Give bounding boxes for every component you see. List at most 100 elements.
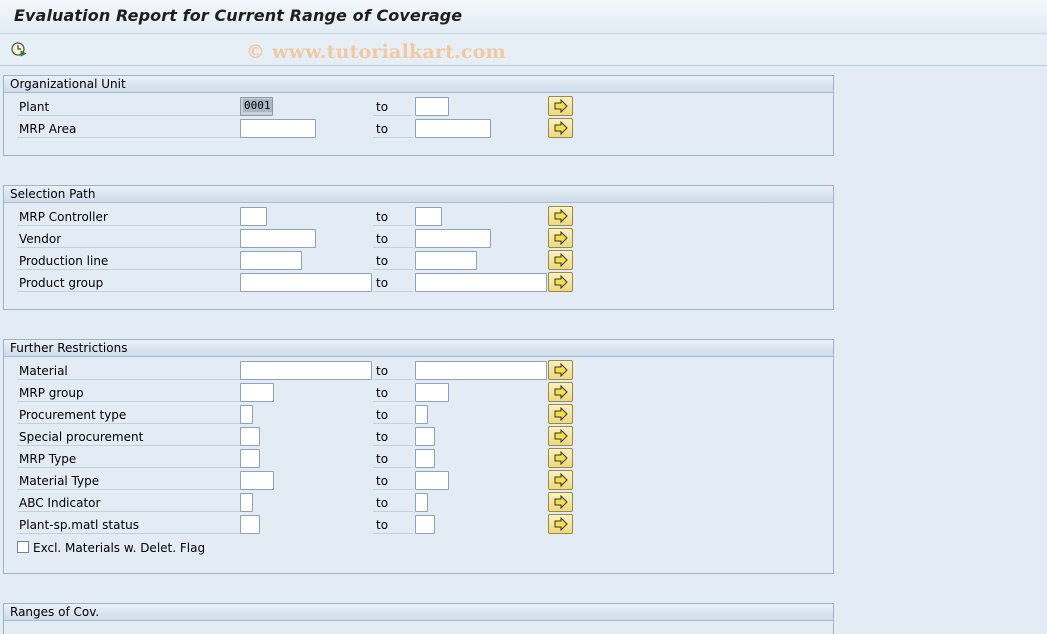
select-option-row-mrp-area: MRP Area to xyxy=(4,118,833,140)
select-option-row-mrp-group: MRP group to xyxy=(4,382,833,404)
multiple-selection-button[interactable] xyxy=(548,118,573,138)
multiple-selection-button[interactable] xyxy=(548,382,573,402)
watermark: © www.tutorialkart.com xyxy=(246,41,506,63)
execute-button[interactable] xyxy=(10,40,28,58)
mrp-controller-to-input[interactable] xyxy=(415,207,442,226)
select-option-row-production-line: Production line to xyxy=(4,250,833,272)
select-option-row-mrp-controller: MRP Controller to xyxy=(4,206,833,228)
abc-indicator-from-input[interactable] xyxy=(240,493,253,512)
vendor-from-input[interactable] xyxy=(240,229,316,248)
multiple-selection-button[interactable] xyxy=(548,492,573,512)
plant-sp-matl-status-to-input[interactable] xyxy=(415,515,435,534)
mrp-group-from-input[interactable] xyxy=(240,383,274,402)
application-toolbar: © www.tutorialkart.com xyxy=(0,34,1047,66)
field-label: MRP group xyxy=(17,384,241,402)
arrow-right-icon xyxy=(554,407,568,421)
to-label: to xyxy=(373,362,413,380)
field-label: Product group xyxy=(17,274,241,292)
field-label: Material Type xyxy=(17,472,241,490)
production-line-from-input[interactable] xyxy=(240,251,302,270)
select-option-row-procurement-type: Procurement type to xyxy=(4,404,833,426)
multiple-selection-button[interactable] xyxy=(548,272,573,292)
select-option-row-abc-indicator: ABC Indicator to xyxy=(4,492,833,514)
frame-title: Selection Path xyxy=(4,186,833,203)
plant-to-input[interactable] xyxy=(415,97,449,116)
field-label: ABC Indicator xyxy=(17,494,241,512)
plant-sp-matl-status-from-input[interactable] xyxy=(240,515,260,534)
mrp-type-from-input[interactable] xyxy=(240,449,260,468)
mrp-group-to-input[interactable] xyxy=(415,383,449,402)
to-label: to xyxy=(373,384,413,402)
multiple-selection-button[interactable] xyxy=(548,514,573,534)
mrp-controller-from-input[interactable] xyxy=(240,207,267,226)
procurement-type-from-input[interactable] xyxy=(240,405,253,424)
multiple-selection-button[interactable] xyxy=(548,448,573,468)
field-label: MRP Controller xyxy=(17,208,241,226)
special-procurement-to-input[interactable] xyxy=(415,427,435,446)
select-option-row-mrp-type: MRP Type to xyxy=(4,448,833,470)
product-group-from-input[interactable] xyxy=(240,273,372,292)
arrow-right-icon xyxy=(554,451,568,465)
frame-title: Organizational Unit xyxy=(4,76,833,93)
multiple-selection-button[interactable] xyxy=(548,360,573,380)
special-procurement-from-input[interactable] xyxy=(240,427,260,446)
multiple-selection-button[interactable] xyxy=(548,96,573,116)
mrp-area-from-input[interactable] xyxy=(240,119,316,138)
field-label: Vendor xyxy=(17,230,241,248)
plant-from-value: 0001 xyxy=(243,99,272,112)
arrow-right-icon xyxy=(554,99,568,113)
arrow-right-icon xyxy=(554,231,568,245)
page-title: Evaluation Report for Current Range of C… xyxy=(14,6,463,25)
select-option-row-plant-sp-matl-status: Plant-sp.matl status to xyxy=(4,514,833,536)
multiple-selection-button[interactable] xyxy=(548,404,573,424)
arrow-right-icon xyxy=(554,517,568,531)
frame-title: Further Restrictions xyxy=(4,340,833,357)
arrow-right-icon xyxy=(554,275,568,289)
select-option-row-vendor: Vendor to xyxy=(4,228,833,250)
to-label: to xyxy=(373,450,413,468)
vendor-to-input[interactable] xyxy=(415,229,491,248)
multiple-selection-button[interactable] xyxy=(548,250,573,270)
field-label: Plant-sp.matl status xyxy=(17,516,241,534)
to-label: to xyxy=(373,516,413,534)
to-label: to xyxy=(373,120,413,138)
arrow-right-icon xyxy=(554,253,568,267)
select-option-row-material-type: Material Type to xyxy=(4,470,833,492)
material-type-from-input[interactable] xyxy=(240,471,274,490)
arrow-right-icon xyxy=(554,363,568,377)
material-to-input[interactable] xyxy=(415,361,547,380)
multiple-selection-button[interactable] xyxy=(548,470,573,490)
excl-deletion-flag-checkbox[interactable] xyxy=(17,541,29,553)
frame-further-restrictions: Further Restrictions Material to MRP gro… xyxy=(3,339,834,574)
select-option-row-material: Material to xyxy=(4,360,833,382)
field-label: MRP Type xyxy=(17,450,241,468)
multiple-selection-button[interactable] xyxy=(548,426,573,446)
multiple-selection-button[interactable] xyxy=(548,206,573,226)
mrp-type-to-input[interactable] xyxy=(415,449,435,468)
to-label: to xyxy=(373,252,413,270)
to-label: to xyxy=(373,208,413,226)
field-label: Production line xyxy=(17,252,241,270)
plant-from-input[interactable]: 0001 xyxy=(240,97,273,116)
arrow-right-icon xyxy=(554,429,568,443)
to-label: to xyxy=(373,472,413,490)
product-group-to-input[interactable] xyxy=(415,273,547,292)
frame-selection-path: Selection Path MRP Controller to Vendor … xyxy=(3,185,834,310)
arrow-right-icon xyxy=(554,121,568,135)
select-option-row-plant: Plant 0001 to xyxy=(4,96,833,118)
mrp-area-to-input[interactable] xyxy=(415,119,491,138)
to-label: to xyxy=(373,406,413,424)
procurement-type-to-input[interactable] xyxy=(415,405,428,424)
material-from-input[interactable] xyxy=(240,361,372,380)
field-label: Special procurement xyxy=(17,428,241,446)
production-line-to-input[interactable] xyxy=(415,251,477,270)
multiple-selection-button[interactable] xyxy=(548,228,573,248)
material-type-to-input[interactable] xyxy=(415,471,449,490)
execute-icon xyxy=(11,42,27,57)
field-label: Procurement type xyxy=(17,406,241,424)
arrow-right-icon xyxy=(554,209,568,223)
frame-title: Ranges of Cov. xyxy=(4,604,833,621)
arrow-right-icon xyxy=(554,473,568,487)
abc-indicator-to-input[interactable] xyxy=(415,493,428,512)
title-bar: Evaluation Report for Current Range of C… xyxy=(0,0,1047,34)
